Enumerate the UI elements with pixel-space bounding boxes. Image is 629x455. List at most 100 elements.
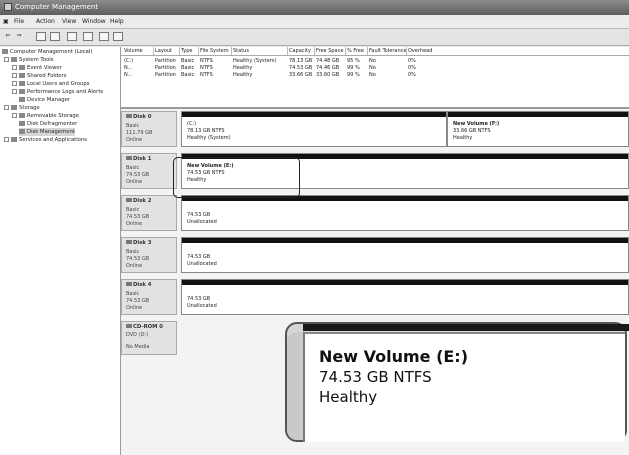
cell-status: Healthy	[233, 65, 253, 71]
expand-icon[interactable]	[12, 65, 17, 70]
column-divider[interactable]	[153, 47, 154, 55]
tree-item-event-viewer[interactable]: Event Viewer	[12, 64, 62, 72]
col-layout[interactable]: Layout	[155, 48, 172, 54]
col-overhead[interactable]: Overhead	[408, 48, 432, 54]
menu-view[interactable]: View	[62, 18, 76, 25]
column-divider[interactable]	[367, 47, 368, 55]
export-list-icon[interactable]	[99, 32, 109, 41]
col-file-system[interactable]: File System	[200, 48, 229, 54]
col-fault-tolerance[interactable]: Fault Tolerance	[369, 48, 406, 54]
cell-type: Basic	[181, 72, 195, 78]
settings-icon[interactable]	[113, 32, 123, 41]
properties-icon[interactable]	[67, 32, 77, 41]
col-status[interactable]: Status	[233, 48, 249, 54]
disk-label-4[interactable]: Disk 4 Basic 74.53 GB Online	[121, 279, 177, 315]
tree-item-disk-defragmenter[interactable]: Disk Defragmenter	[19, 120, 77, 128]
tree-item-computer-management[interactable]: Computer Management (Local)	[2, 48, 92, 56]
folder-icon	[19, 73, 25, 78]
tree-item-shared-folders[interactable]: Shared Folders	[12, 72, 66, 80]
cell-file-system: NTFS	[200, 65, 213, 71]
partition-unallocated[interactable]: 74.53 GB Unallocated	[181, 195, 629, 231]
partition-unallocated[interactable]: 74.53 GB Unallocated	[181, 237, 629, 273]
up-level-icon[interactable]	[36, 32, 46, 41]
tree-item-device-manager[interactable]: Device Manager	[19, 96, 70, 104]
partition-bar	[448, 112, 628, 117]
cell-percent-free: 95 %	[347, 58, 360, 64]
column-divider[interactable]	[198, 47, 199, 55]
tree-item-removable-storage[interactable]: Removable Storage	[12, 112, 79, 120]
disk-name: Disk 2	[133, 198, 152, 204]
disk-label-0[interactable]: Disk 0 Basic 111.79 GB Online	[121, 111, 177, 147]
col-capacity[interactable]: Capacity	[289, 48, 311, 54]
show-hide-tree-icon[interactable]	[50, 32, 60, 41]
cell-capacity: 78.13 GB	[289, 58, 313, 64]
tree-item-system-tools[interactable]: System Tools	[4, 56, 53, 64]
removable-storage-icon	[19, 113, 25, 118]
tree-item-local-users[interactable]: Local Users and Groups	[12, 80, 89, 88]
callout-status: Healthy	[319, 388, 378, 406]
disk-size: 74.53 GB	[126, 214, 150, 220]
partition-f[interactable]: New Volume (F:) 33.66 GB NTFS Healthy	[447, 111, 629, 147]
disk-icon	[126, 114, 132, 118]
column-divider[interactable]	[287, 47, 288, 55]
cell-volume: N...	[124, 72, 133, 78]
expand-icon[interactable]	[12, 73, 17, 78]
callout-size: 74.53 GB NTFS	[319, 368, 432, 386]
tree-item-storage[interactable]: Storage	[4, 104, 40, 112]
column-divider[interactable]	[179, 47, 180, 55]
partition-unallocated[interactable]: 74.53 GB Unallocated	[181, 279, 629, 315]
cdrom-icon	[126, 324, 132, 328]
performance-icon	[19, 89, 25, 94]
disk-label-1[interactable]: Disk 1 Basic 74.53 GB Online	[121, 153, 177, 189]
expand-icon[interactable]	[12, 113, 17, 118]
disk-label-2[interactable]: Disk 2 Basic 74.53 GB Online	[121, 195, 177, 231]
col-free-space[interactable]: Free Space	[316, 48, 343, 54]
cell-capacity: 74.53 GB	[289, 65, 313, 71]
collapse-icon[interactable]	[4, 105, 9, 110]
disk-label-3[interactable]: Disk 3 Basic 74.53 GB Online	[121, 237, 177, 273]
disk-row-4: Disk 4 Basic 74.53 GB Online 74.53 GB Un…	[121, 279, 629, 315]
disk-size: 74.53 GB	[126, 256, 150, 262]
column-divider[interactable]	[406, 47, 407, 55]
cell-layout: Partition	[155, 72, 176, 78]
partition-c[interactable]: (C:) 78.13 GB NTFS Healthy (System)	[181, 111, 447, 147]
expand-icon[interactable]	[4, 137, 9, 142]
forward-arrow-icon[interactable]: ⇒	[14, 32, 24, 41]
tree-item-performance-logs[interactable]: Performance Logs and Alerts	[12, 88, 103, 96]
disk-status: No Media	[126, 344, 150, 350]
cell-type: Basic	[181, 65, 195, 71]
cell-status: Healthy (System)	[233, 58, 277, 64]
defragmenter-icon	[19, 121, 25, 126]
disk-name: Disk 0	[133, 114, 152, 120]
menu-file[interactable]: File	[14, 18, 24, 25]
expand-icon[interactable]	[12, 89, 17, 94]
expand-icon[interactable]	[12, 81, 17, 86]
menu-help[interactable]: Help	[110, 18, 124, 25]
app-menu-icon[interactable]: ▣	[3, 18, 9, 25]
cell-free-space: 74.48 GB	[316, 58, 340, 64]
col-type[interactable]: Type	[181, 48, 192, 54]
partition-size: 74.53 GB	[187, 254, 211, 260]
cell-fault-tolerance: No	[369, 58, 376, 64]
help-icon[interactable]	[83, 32, 93, 41]
cell-volume: N...	[124, 65, 133, 71]
menu-window[interactable]: Window	[82, 18, 106, 25]
cell-percent-free: 99 %	[347, 65, 360, 71]
collapse-icon[interactable]	[4, 57, 9, 62]
partition-size: 78.13 GB NTFS	[187, 128, 225, 134]
column-divider[interactable]	[231, 47, 232, 55]
device-manager-icon	[19, 97, 25, 102]
cell-volume: (C:)	[124, 58, 134, 64]
col-percent-free[interactable]: % Free	[347, 48, 364, 54]
column-divider[interactable]	[345, 47, 346, 55]
cdrom-label[interactable]: CD-ROM 0 DVD (D:) No Media	[121, 321, 177, 355]
column-divider[interactable]	[314, 47, 315, 55]
menu-action[interactable]: Action	[36, 18, 55, 25]
tree-item-disk-management[interactable]: Disk Management	[19, 128, 75, 136]
disk-size: 74.53 GB	[126, 298, 150, 304]
cell-fault-tolerance: No	[369, 72, 376, 78]
col-volume[interactable]: Volume	[124, 48, 143, 54]
back-arrow-icon[interactable]: ⇐	[3, 32, 13, 41]
tree-item-services-applications[interactable]: Services and Applications	[4, 136, 87, 144]
disk-status: Online	[126, 305, 143, 311]
